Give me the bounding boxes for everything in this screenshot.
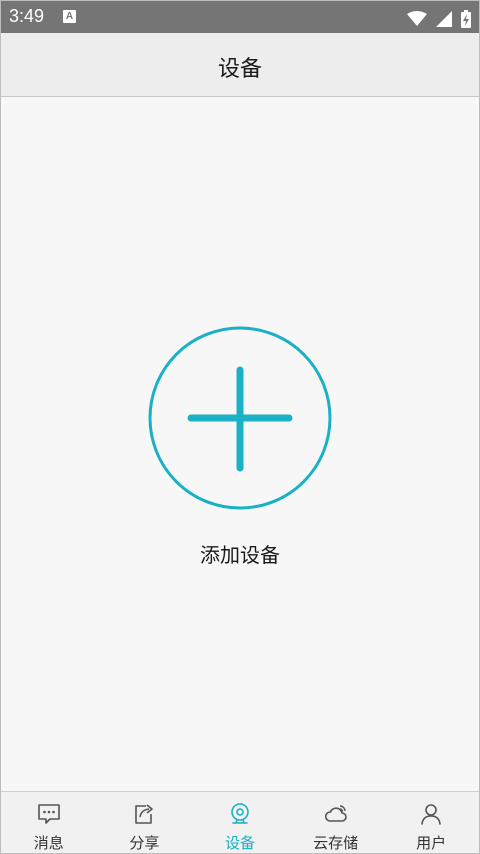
notification-a-icon: A <box>63 10 76 23</box>
app-frame: 3:49 A 设备 添加设备 消息 分享 设备 云存储 用户 <box>0 0 480 854</box>
tab-cloud-storage[interactable]: 云存储 <box>288 792 384 853</box>
status-bar: 3:49 A <box>1 1 479 33</box>
add-device-button[interactable] <box>148 326 332 510</box>
tab-label: 分享 <box>129 834 160 852</box>
status-icons <box>403 8 471 28</box>
tab-devices[interactable]: 设备 <box>192 792 288 853</box>
wifi-icon <box>406 10 427 26</box>
tab-label: 消息 <box>33 834 64 852</box>
tab-label: 云存储 <box>313 834 359 852</box>
tab-share[interactable]: 分享 <box>97 792 193 853</box>
user-icon <box>421 804 441 825</box>
signal-icon <box>435 10 452 27</box>
battery-charging-icon <box>461 9 471 28</box>
plus-circle-icon <box>148 326 332 510</box>
tab-user[interactable]: 用户 <box>383 792 479 853</box>
message-icon <box>37 804 60 824</box>
add-device-label[interactable]: 添加设备 <box>1 539 479 568</box>
tab-label: 用户 <box>416 834 447 852</box>
title-bar: 设备 <box>1 33 479 97</box>
camera-icon <box>231 803 249 824</box>
share-icon <box>135 804 154 824</box>
tab-label: 设备 <box>224 834 255 852</box>
tab-messages[interactable]: 消息 <box>1 792 97 853</box>
page-title: 设备 <box>217 57 262 82</box>
bottom-tab-bar: 消息 分享 设备 云存储 用户 <box>1 791 479 853</box>
cloud-icon <box>324 805 347 822</box>
status-time: 3:49 <box>9 6 45 26</box>
